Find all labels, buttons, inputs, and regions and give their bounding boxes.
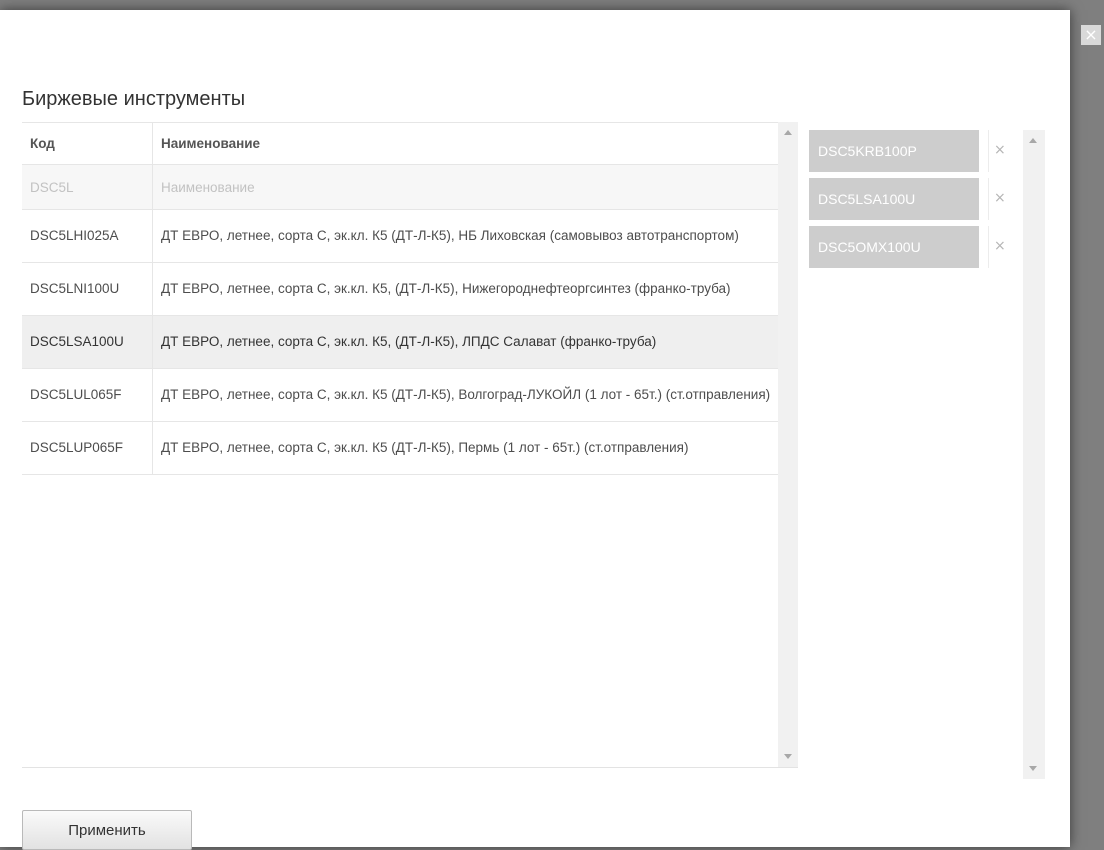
row-code: DSC5LSA100U (22, 315, 153, 369)
table-row[interactable]: DSC5LNI100U ДТ ЕВРО, летнее, сорта С, эк… (22, 262, 778, 316)
selected-item: DSC5LSA100U × (808, 178, 1006, 220)
instruments-table: Код Наименование DSC5LHI025A ДТ ЕВРО, ле… (22, 122, 778, 475)
scroll-down-arrow-icon[interactable] (784, 754, 792, 759)
column-header-name[interactable]: Наименование (152, 122, 778, 165)
apply-button[interactable]: Применить (22, 810, 192, 850)
selected-instruments-panel: DSC5KRB100P × DSC5LSA100U × DSC5OMX100U … (808, 130, 1045, 779)
filter-cell-name (152, 164, 778, 210)
row-name: ДТ ЕВРО, летнее, сорта С, эк.кл. К5 (ДТ-… (152, 421, 778, 475)
filter-row (22, 164, 778, 210)
selected-item-chip[interactable]: DSC5KRB100P (809, 130, 979, 172)
row-code: DSC5LUL065F (22, 368, 153, 422)
name-filter-input[interactable] (161, 179, 772, 195)
instruments-table-panel: Код Наименование DSC5LHI025A ДТ ЕВРО, ле… (22, 122, 798, 768)
code-filter-input[interactable] (30, 179, 146, 195)
selected-list-scrollbar[interactable] (1023, 130, 1045, 779)
scroll-down-arrow-icon[interactable] (1029, 766, 1037, 771)
selected-item: DSC5KRB100P × (808, 130, 1006, 172)
row-code: DSC5LUP065F (22, 421, 153, 475)
table-scrollbar[interactable] (778, 122, 798, 767)
scroll-up-arrow-icon[interactable] (784, 130, 792, 135)
dialog-title: Биржевые инструменты (22, 88, 246, 110)
filter-cell-code (22, 164, 153, 210)
table-row[interactable]: DSC5LUP065F ДТ ЕВРО, летнее, сорта С, эк… (22, 421, 778, 475)
table-row[interactable]: DSC5LUL065F ДТ ЕВРО, летнее, сорта С, эк… (22, 368, 778, 422)
selected-list: DSC5KRB100P × DSC5LSA100U × DSC5OMX100U … (808, 130, 1020, 274)
scroll-up-arrow-icon[interactable] (1029, 138, 1037, 143)
row-name: ДТ ЕВРО, летнее, сорта С, эк.кл. К5, (ДТ… (152, 315, 778, 369)
remove-icon[interactable]: × (994, 190, 1006, 206)
row-code: DSC5LNI100U (22, 262, 153, 316)
remove-icon[interactable]: × (994, 142, 1006, 158)
selected-item: DSC5OMX100U × (808, 226, 1006, 268)
selected-item-chip[interactable]: DSC5LSA100U (809, 178, 979, 220)
column-header-code[interactable]: Код (22, 122, 153, 165)
row-name: ДТ ЕВРО, летнее, сорта С, эк.кл. К5, (ДТ… (152, 262, 778, 316)
row-code: DSC5LHI025A (22, 209, 153, 263)
close-icon[interactable]: × (1081, 25, 1101, 45)
table-header-row: Код Наименование (22, 122, 778, 165)
table-row[interactable]: DSC5LHI025A ДТ ЕВРО, летнее, сорта С, эк… (22, 209, 778, 263)
selected-item-chip[interactable]: DSC5OMX100U (809, 226, 979, 268)
instruments-dialog: Биржевые инструменты Код Наименование DS… (0, 10, 1070, 850)
row-name: ДТ ЕВРО, летнее, сорта С, эк.кл. К5 (ДТ-… (152, 209, 778, 263)
row-name: ДТ ЕВРО, летнее, сорта С, эк.кл. К5 (ДТ-… (152, 368, 778, 422)
table-row-selected[interactable]: DSC5LSA100U ДТ ЕВРО, летнее, сорта С, эк… (22, 315, 778, 369)
remove-icon[interactable]: × (994, 238, 1006, 254)
